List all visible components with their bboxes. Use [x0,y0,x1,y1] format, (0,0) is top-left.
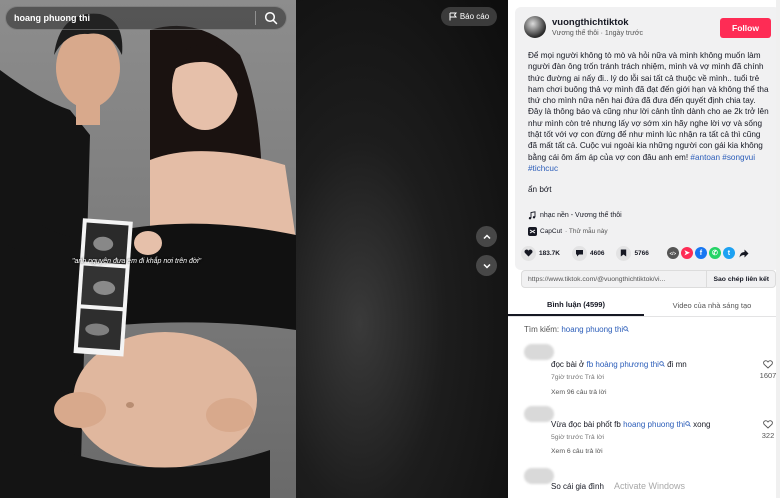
comment-text-part: đi mn [664,360,687,369]
music-note-icon [528,211,536,220]
comment-like-count: 1607 [759,371,777,380]
video-link[interactable]: https://www.tiktok.com/@vuongthichtiktok… [522,276,706,283]
comment-meta[interactable]: 5giờ trước Trả lời [551,434,604,441]
capcut-template-row[interactable]: CapCut · Thử mẫu này [528,227,608,236]
video-frame[interactable] [0,0,296,498]
save-count: 5766 [634,249,649,257]
comment-text-part: đọc bài ở [551,360,587,369]
video-caption-overlay: "anh nguyện đưa em đi khắp nơi trên đời" [72,258,202,265]
author-username[interactable]: vuongthichtiktok [552,17,629,28]
search-rec-keyword[interactable]: hoang phuong thi [561,325,623,334]
capcut-try-label: · Thử mẫu này [565,228,608,235]
comment-avatar[interactable] [524,344,554,360]
music-row[interactable]: nhạc nền - Vương thế thôi [528,211,622,220]
comment-keyword-link[interactable]: hoang phuong thi [623,420,685,429]
tab-comments[interactable]: Bình luận (4599) [508,295,644,316]
comment-item: đọc bài ở fb hoàng phương thi đi mn 7giờ… [524,344,780,404]
comment-meta[interactable]: 7giờ trước Trả lời [551,374,604,381]
embed-icon[interactable]: </> [666,247,679,259]
search-recommendation[interactable]: Tìm kiếm: hoang phuong thi [524,325,629,334]
capcut-name: CapCut [540,228,563,235]
next-video-button[interactable] [476,255,497,276]
capcut-icon [528,227,537,236]
search-input[interactable]: hoang phuong thi [14,13,255,23]
save-action[interactable]: 5766 [616,245,649,261]
description-text: Để mọi người không tò mò và hỏi nữa và m… [528,51,769,162]
comment-item: Vừa đọc bài phốt fb hoang phuong thi xon… [524,406,780,462]
avatar[interactable] [524,16,546,38]
share-link-bar: https://www.tiktok.com/@vuongthichtiktok… [521,270,776,288]
chevron-down-icon [482,263,491,269]
report-label: Báo cáo [459,12,490,21]
copy-link-button[interactable]: Sao chép liên kết [706,271,775,287]
flag-icon [449,12,457,21]
comment-text: đọc bài ở fb hoàng phương thi đi mn [551,360,687,369]
author-card: vuongthichtiktok Vương thế thôi · 1ngày … [515,7,780,270]
author-subtitle: Vương thế thôi · 1ngày trước [552,30,643,37]
author-display-name: Vương thế thôi [552,30,599,37]
view-replies-button[interactable]: Xem 6 câu trả lời [551,448,603,455]
view-replies-button[interactable]: Xem 96 câu trả lời [551,389,606,396]
report-button[interactable]: Báo cáo [441,7,497,26]
comment-text: So cái gia đình [551,482,604,491]
search-bar[interactable]: hoang phuong thi [5,6,287,30]
twitter-icon[interactable]: t [722,247,735,259]
video-player[interactable]: hoang phuong thi Báo cáo "anh nguyện đưa… [0,0,508,498]
action-bar: 183.7K 4606 5766 </> ➤ f ✆ t [521,243,776,263]
heart-outline-icon [763,360,773,369]
follow-button[interactable]: Follow [720,18,771,38]
activate-windows-watermark: Activate Windows [614,481,686,491]
couple-photo [0,13,296,498]
heart-icon [521,245,536,261]
music-label: nhạc nền - Vương thế thôi [540,212,622,219]
side-panel: vuongthichtiktok Vương thế thôi · 1ngày … [508,0,780,498]
search-icon[interactable] [264,11,278,25]
comment-like-count: 322 [761,431,775,440]
comment-text-part: xong [690,420,711,429]
tab-bar: Bình luận (4599) Video của nhà sáng tạo [508,295,780,317]
bookmark-icon [616,245,632,261]
comment-action[interactable]: 4606 [571,245,605,261]
comment-avatar[interactable] [524,406,554,422]
page-scrollbar[interactable] [776,0,780,498]
video-description: Để mọi người không tò mò và hỏi nữa và m… [528,50,771,174]
whatsapp-icon[interactable]: ✆ [708,247,721,259]
comment-avatar[interactable] [524,468,554,484]
search-rec-prefix: Tìm kiếm: [524,325,560,334]
share-arrow-icon[interactable] [739,249,749,258]
paper-plane-icon[interactable]: ➤ [680,247,693,259]
comment-count: 4606 [589,249,605,257]
previous-video-button[interactable] [476,226,497,247]
collapse-description-button[interactable]: ẩn bớt [528,185,552,194]
chevron-up-icon [482,233,491,239]
share-icons: </> ➤ f ✆ t [666,247,735,259]
heart-outline-icon [763,420,773,429]
comment-icon [571,245,587,261]
like-count: 183.7K [539,249,560,257]
comment-text-part: Vừa đọc bài phốt fb [551,420,624,429]
comment-keyword-link[interactable]: fb hoàng phương thi [587,360,659,369]
facebook-icon[interactable]: f [694,247,707,259]
search-divider [255,11,256,25]
comment-text: Vừa đọc bài phốt fb hoang phuong thi xon… [551,420,711,429]
post-time: 1ngày trước [604,30,643,37]
search-small-icon [623,326,629,332]
tab-creator-videos[interactable]: Video của nhà sáng tạo [644,295,780,316]
tiktok-video-page: hoang phuong thi Báo cáo "anh nguyện đưa… [0,0,780,498]
blurred-background [296,0,508,498]
like-action[interactable]: 183.7K [521,245,560,261]
